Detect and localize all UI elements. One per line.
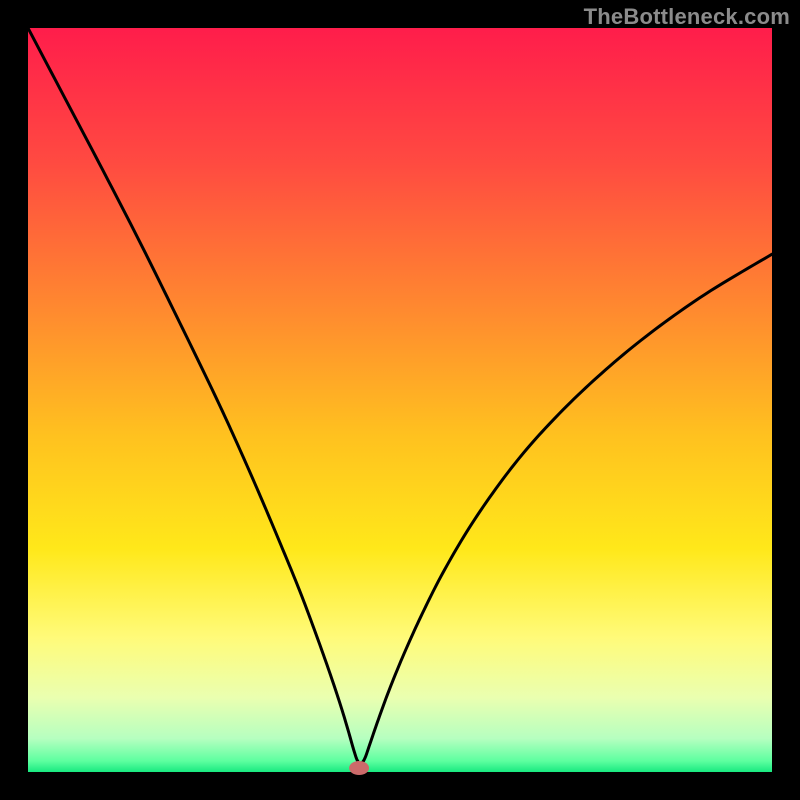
- bottleneck-chart-svg: [0, 0, 800, 800]
- watermark-label: TheBottleneck.com: [584, 4, 790, 30]
- min-point-marker: [349, 761, 369, 775]
- chart-container: TheBottleneck.com: [0, 0, 800, 800]
